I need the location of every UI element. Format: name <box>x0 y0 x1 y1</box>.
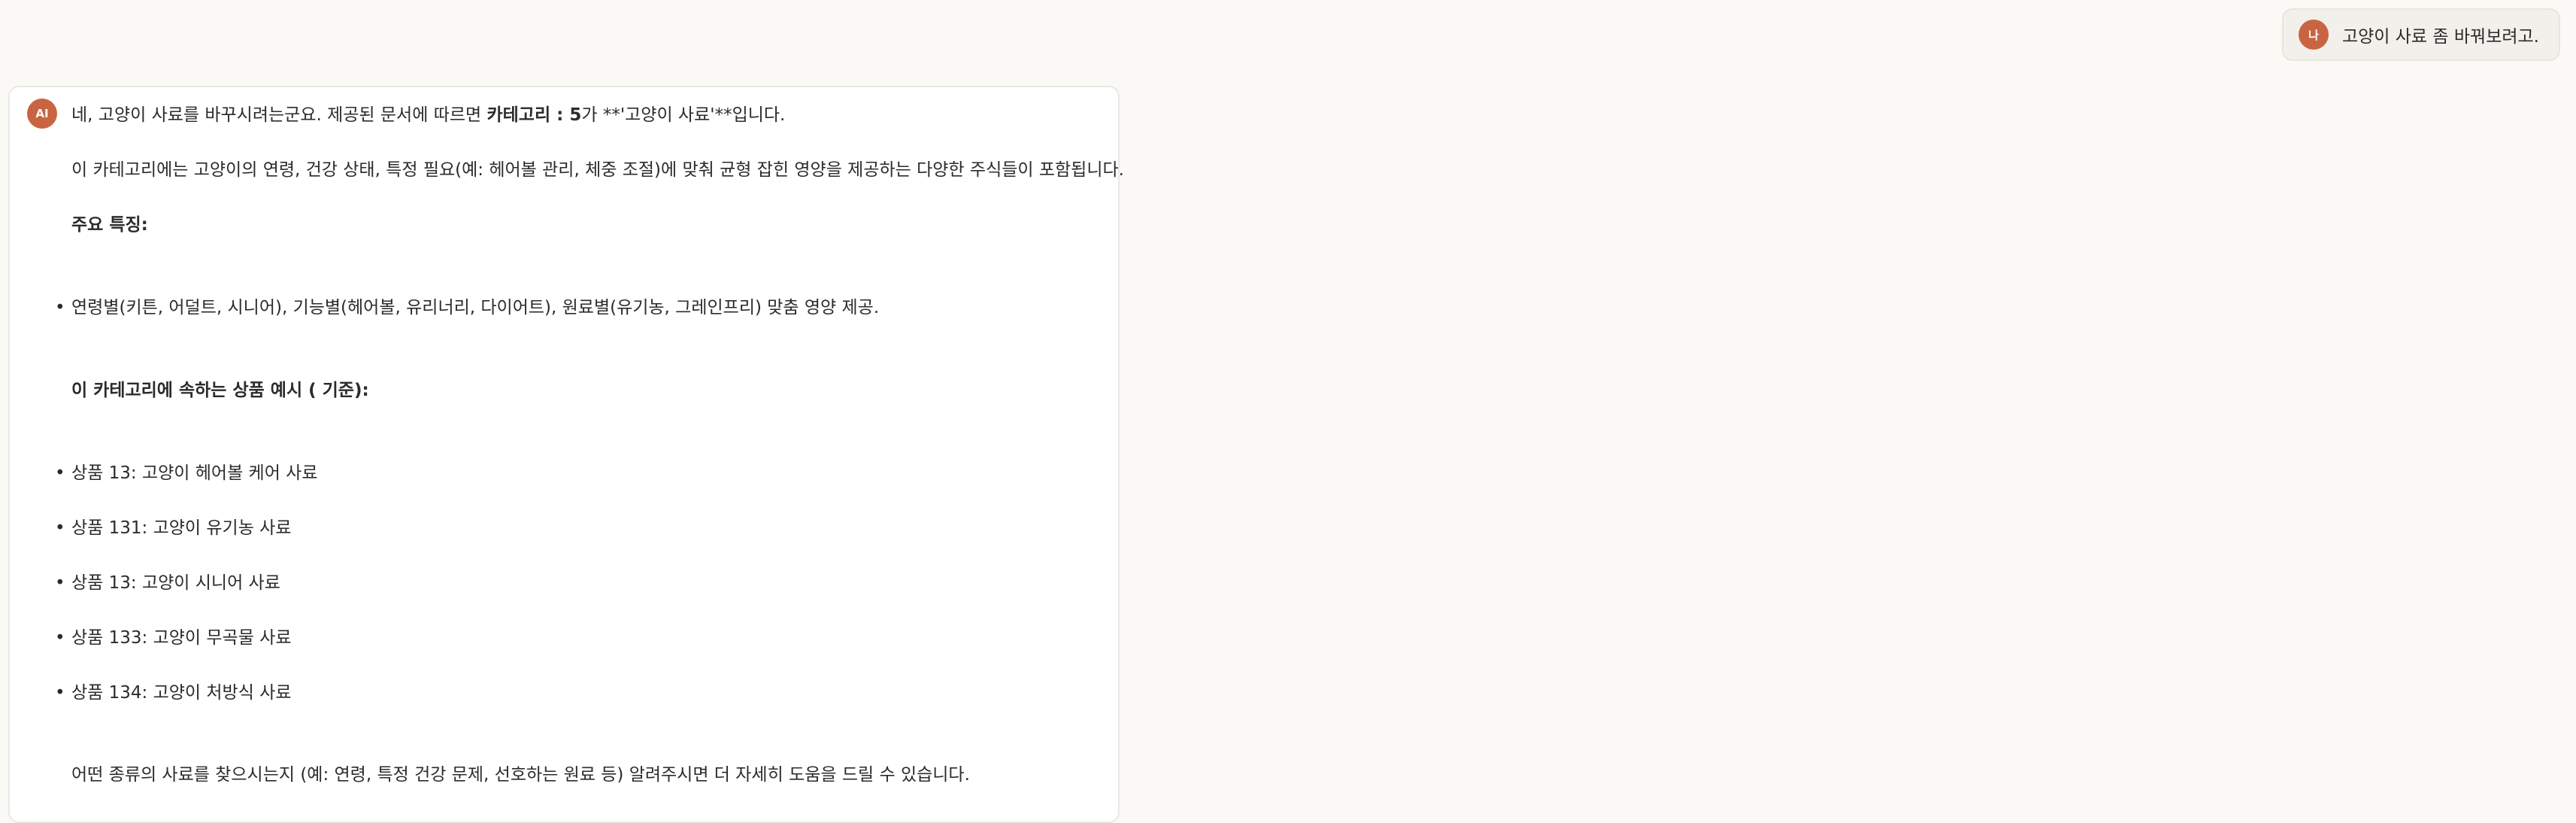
ai-message: AI 네, 고양이 사료를 바꾸시려는군요. 제공된 문서에 따르면 카테고리 … <box>8 86 1124 823</box>
ai-intro: 네, 고양이 사료를 바꾸시려는군요. 제공된 문서에 따르면 카테고리 : 5… <box>71 102 785 128</box>
intro-suffix: 가 **'고양이 사료'**입니다. <box>581 105 786 125</box>
user-message-text: 고양이 사료 좀 바꿔보려고. <box>2341 27 2539 47</box>
example-text: 상품 133: 고양이 무곡물 사료 <box>71 628 292 648</box>
example-item: • 상품 131: 고양이 유기농 사료 <box>55 515 292 541</box>
example-text: 상품 131: 고양이 유기농 사료 <box>71 518 292 538</box>
bullet-icon: • <box>55 683 65 703</box>
example-text: 상품 13: 고양이 헤어볼 케어 사료 <box>71 463 318 483</box>
feature-text: 연령별(키튼, 어덜트, 시니어), 기능별(헤어볼, 유리너리, 다이어트),… <box>71 298 880 317</box>
ai-description: 이 카테고리에는 고양이의 연령, 건강 상태, 특정 필요(예: 헤어볼 관리… <box>71 160 1124 180</box>
bullet-icon: • <box>55 573 65 593</box>
example-item: • 상품 13: 고양이 헤어볼 케어 사료 <box>55 460 318 486</box>
example-item: • 상품 134: 고양이 처방식 사료 <box>55 680 292 706</box>
intro-prefix: 네, 고양이 사료를 바꾸시려는군요. 제공된 문서에 따르면 <box>71 105 487 125</box>
chat-area: 나 고양이 사료 좀 바꿔보려고. AI 네, 고양이 사료를 바꾸시려는군요.… <box>0 0 2576 823</box>
ai-avatar: AI <box>27 99 57 129</box>
intro-bold: 카테고리 : 5 <box>486 105 582 125</box>
example-text: 상품 13: 고양이 시니어 사료 <box>71 573 280 593</box>
user-avatar: 나 <box>2298 20 2329 50</box>
bullet-icon: • <box>55 628 65 648</box>
bullet-icon: • <box>55 298 65 317</box>
ai-closing: 어떤 종류의 사료를 찾으시는지 (예: 연령, 특정 건강 문제, 선호하는 … <box>71 765 970 785</box>
example-text: 상품 134: 고양이 처방식 사료 <box>71 683 292 703</box>
features-heading: 주요 특징: <box>71 215 148 235</box>
example-item: • 상품 13: 고양이 시니어 사료 <box>55 570 280 596</box>
feature-item: • 연령별(키튼, 어덜트, 시니어), 기능별(헤어볼, 유리너리, 다이어트… <box>55 295 880 320</box>
user-message: 나 고양이 사료 좀 바꿔보려고. <box>2281 8 2560 61</box>
example-item: • 상품 133: 고양이 무곡물 사료 <box>55 625 292 651</box>
bullet-icon: • <box>55 463 65 483</box>
examples-heading: 이 카테고리에 속하는 상품 예시 ( 기준): <box>71 381 369 400</box>
bullet-icon: • <box>55 518 65 538</box>
